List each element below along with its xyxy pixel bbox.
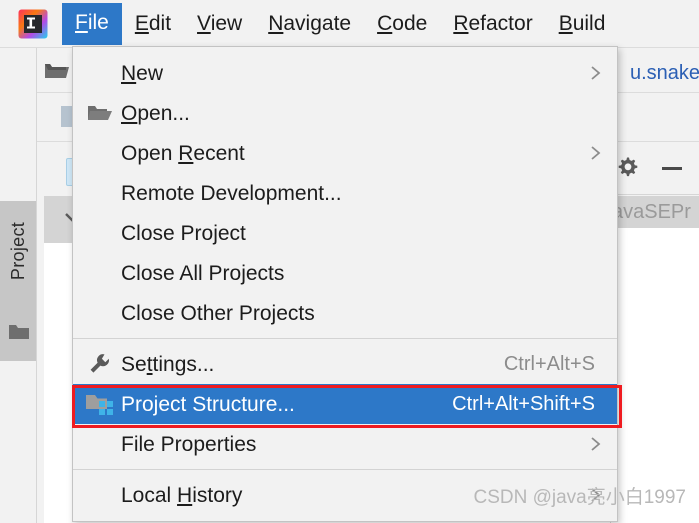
open-folder-icon bbox=[83, 100, 117, 126]
intellij-idea-logo bbox=[18, 9, 48, 39]
menu-file[interactable]: File bbox=[62, 2, 122, 45]
chevron-right-icon bbox=[585, 64, 603, 82]
menu-item-label: New bbox=[121, 61, 164, 85]
menu-item-label: Settings... bbox=[121, 352, 215, 376]
close-other-projects-icon bbox=[83, 300, 117, 326]
tool-window-selected-label: avaSEPr bbox=[612, 200, 691, 223]
menu-separator bbox=[73, 338, 617, 339]
watermark: CSDN @java亮小白1997 bbox=[473, 487, 686, 508]
project-tab-label: Project bbox=[7, 221, 28, 281]
chevron-right-icon bbox=[585, 144, 603, 162]
left-tool-strip: Project bbox=[0, 47, 37, 523]
open-folder-icon[interactable] bbox=[40, 57, 74, 83]
menu-code[interactable]: Code bbox=[364, 6, 440, 42]
editor-gutter bbox=[36, 243, 44, 523]
menu-item-close-all-projects[interactable]: Close All Projects bbox=[73, 253, 617, 293]
local-history-icon bbox=[83, 482, 117, 508]
menu-item-label: File Properties bbox=[121, 432, 257, 456]
menu-build[interactable]: Build bbox=[546, 6, 619, 42]
menu-item-settings[interactable]: Settings... Ctrl+Alt+S bbox=[73, 344, 617, 384]
menu-item-close-project[interactable]: Close Project bbox=[73, 213, 617, 253]
menu-item-label: Remote Development... bbox=[121, 181, 342, 205]
menu-item-label: Close Project bbox=[121, 221, 246, 245]
menu-item-shortcut: Ctrl+Alt+S bbox=[503, 352, 595, 375]
tool-window-selected-row[interactable]: avaSEPr bbox=[610, 196, 699, 228]
menu-item-new[interactable]: New bbox=[73, 53, 617, 93]
folder-icon bbox=[8, 323, 30, 346]
menu-navigate[interactable]: Navigate bbox=[255, 6, 364, 42]
menu-refactor[interactable]: Refactor bbox=[440, 6, 545, 42]
menu-item-label: Open Recent bbox=[121, 141, 245, 165]
open-recent-icon bbox=[83, 140, 117, 166]
menu-edit[interactable]: Edit bbox=[122, 6, 184, 42]
project-structure-icon bbox=[83, 391, 117, 417]
wrench-icon bbox=[83, 351, 117, 377]
tool-window-body bbox=[610, 228, 699, 523]
minimize-icon[interactable] bbox=[662, 166, 682, 170]
menu-bar: File Edit View Navigate Code Refactor Bu… bbox=[0, 0, 699, 48]
menu-item-open[interactable]: Open... bbox=[73, 93, 617, 133]
menu-item-remote-development[interactable]: Remote Development... bbox=[73, 173, 617, 213]
menu-item-label: Close All Projects bbox=[121, 261, 285, 285]
close-all-projects-icon bbox=[83, 260, 117, 286]
menu-item-label: Open... bbox=[121, 101, 190, 125]
menu-item-shortcut: Ctrl+Alt+Shift+S bbox=[452, 392, 595, 415]
chevron-right-icon bbox=[585, 435, 603, 453]
file-dropdown-menu: New Open... Open Recent Remote Developme… bbox=[72, 46, 618, 522]
new-icon bbox=[83, 60, 117, 86]
close-project-icon bbox=[83, 220, 117, 246]
menu-item-file-properties[interactable]: File Properties bbox=[73, 424, 617, 464]
menu-separator bbox=[73, 469, 617, 470]
file-properties-icon bbox=[83, 431, 117, 457]
tool-window-header bbox=[610, 142, 699, 195]
menu-item-label: Project Structure... bbox=[121, 392, 295, 416]
menu-item-label: Local History bbox=[121, 483, 243, 507]
sidebar-item-project[interactable]: Project bbox=[0, 201, 36, 361]
menu-item-label: Close Other Projects bbox=[121, 301, 315, 325]
menu-view[interactable]: View bbox=[184, 6, 255, 42]
menu-item-open-recent[interactable]: Open Recent bbox=[73, 133, 617, 173]
menu-item-close-other-projects[interactable]: Close Other Projects bbox=[73, 293, 617, 333]
remote-development-icon bbox=[83, 180, 117, 206]
breadcrumb[interactable]: u.snake bbox=[630, 62, 699, 85]
menu-item-project-structure[interactable]: Project Structure... Ctrl+Alt+Shift+S bbox=[73, 384, 617, 424]
